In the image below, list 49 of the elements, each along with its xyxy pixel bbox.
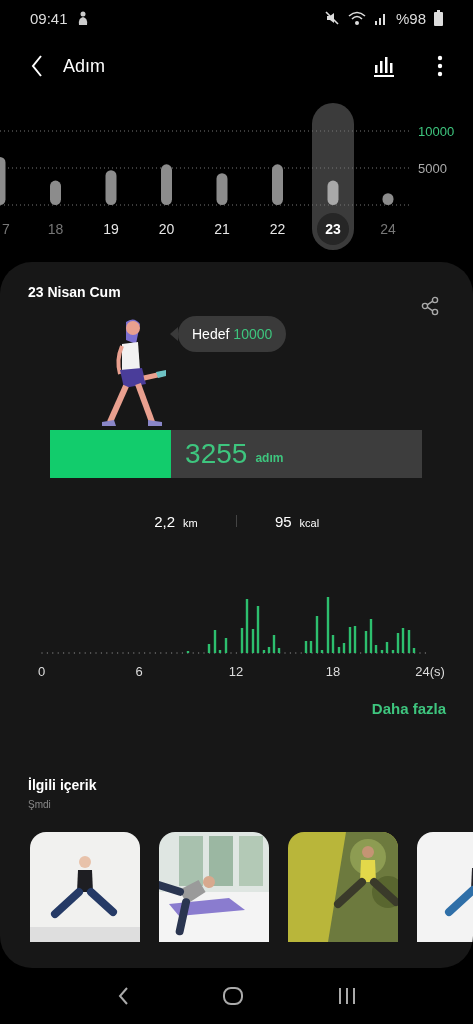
step-unit: adım [255,451,284,465]
bar-chart-icon [373,55,395,77]
stat-unit: km [183,516,198,529]
day-label[interactable]: 24 [380,221,396,237]
axis-label: 0 [38,664,46,679]
back-icon [116,986,129,1006]
day-label[interactable]: 18 [47,221,64,237]
axis-label: 10000 [418,124,455,139]
day-bar[interactable] [272,164,283,205]
day-bar[interactable] [161,164,172,205]
battery-icon [434,10,443,26]
screen-title: Adım [63,55,105,77]
status-time: 09:41 [30,9,68,27]
section-subtitle: Şmdi [28,799,52,810]
day-bar[interactable] [105,170,117,205]
axis-label: 24(s) [415,664,445,679]
hourly-step-bar [224,638,228,653]
goal-value: 10000 [233,326,273,342]
wifi-icon [347,10,366,26]
back-icon [31,55,43,77]
stat-value: 95 [274,512,292,530]
day-bar[interactable] [0,156,6,205]
mute-icon [323,10,340,26]
goal-label: Hedef [192,326,230,342]
day-label[interactable]: 21 [214,221,230,237]
more-link[interactable]: Daha fazla [371,700,446,717]
share-icon [421,296,439,316]
axis-label: 12 [228,664,244,679]
day-label[interactable]: 7 [2,221,10,237]
day-bar[interactable] [382,193,394,205]
day-bar[interactable] [327,180,339,205]
battery-percent: %98 [395,9,426,27]
stat-unit: kcal [299,516,320,529]
day-bar[interactable] [50,180,61,205]
stat-value: 2,2 [154,512,176,530]
day-bar[interactable] [216,173,228,205]
step-count: 3255 [185,438,248,470]
axis-label: 5000 [418,161,447,176]
date-label: 23 Nisan Cum [28,284,121,300]
section-title: İlgili içerik [28,777,98,793]
day-label[interactable]: 22 [269,221,286,237]
hourly-step-bar [207,644,211,653]
recent-apps-icon [336,986,357,1006]
axis-label: 18 [325,664,341,679]
axis-label: 6 [135,664,143,679]
home-icon [221,986,244,1006]
more-options-icon [437,55,443,77]
day-label[interactable]: 19 [103,221,119,237]
day-label[interactable]: 20 [158,221,175,237]
